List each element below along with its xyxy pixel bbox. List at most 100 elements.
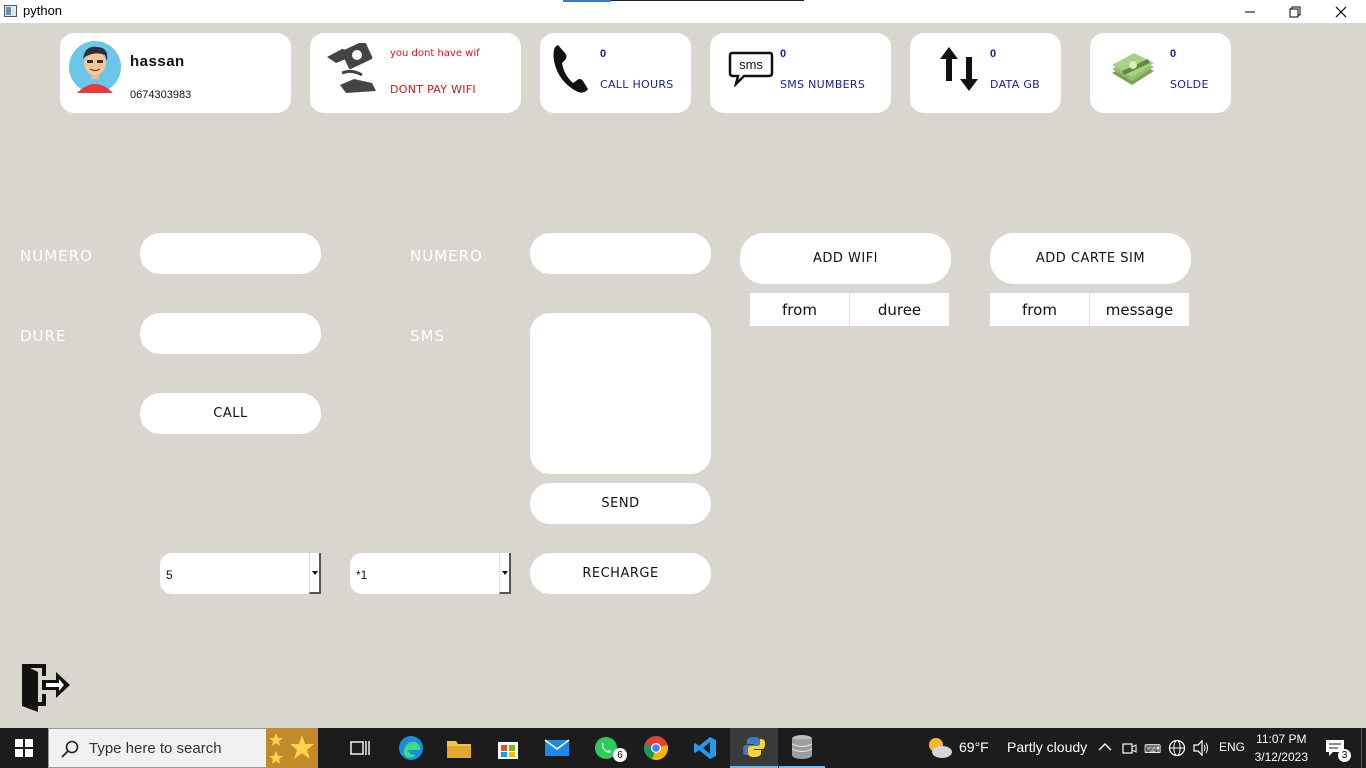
solde-value: 0 bbox=[1170, 48, 1177, 60]
title-underline bbox=[611, 0, 804, 1]
store-taskbar-button[interactable] bbox=[484, 728, 532, 768]
send-button[interactable]: SEND bbox=[530, 483, 711, 524]
profile-card: hassan 0674303983 bbox=[60, 33, 291, 113]
python-icon bbox=[743, 737, 765, 757]
edge-browser-icon bbox=[399, 736, 423, 760]
solde-label: SOLDE bbox=[1170, 78, 1209, 91]
minimize-button[interactable] bbox=[1227, 0, 1273, 23]
window-title-bar: python bbox=[0, 0, 1366, 23]
recharge-code-select[interactable]: *1 bbox=[350, 553, 511, 594]
close-icon bbox=[1335, 6, 1347, 17]
edge-taskbar-button[interactable] bbox=[387, 728, 435, 768]
up-down-arrows-icon bbox=[940, 47, 978, 91]
sms-bubble-icon: sms bbox=[728, 51, 774, 87]
data-gb-card: 0 DATA GB bbox=[910, 33, 1061, 113]
chevron-down-icon[interactable] bbox=[309, 553, 321, 594]
clock-time: 11:07 PM bbox=[1256, 732, 1307, 746]
close-button[interactable] bbox=[1318, 0, 1364, 23]
data-gb-label: DATA GB bbox=[990, 78, 1041, 91]
add-carte-sim-button[interactable]: ADD CARTE SIM bbox=[990, 233, 1191, 284]
chrome-taskbar-button[interactable] bbox=[632, 728, 680, 768]
search-highlight-image[interactable] bbox=[266, 728, 318, 768]
weather-description[interactable]: Partly cloudy bbox=[1007, 739, 1087, 755]
wifi-status-line1: you dont have wif bbox=[390, 48, 480, 59]
sms-message-textarea[interactable] bbox=[530, 313, 711, 474]
ime-input-icon[interactable]: ⌨ bbox=[1144, 740, 1162, 756]
chevron-down-icon[interactable] bbox=[499, 553, 511, 594]
mail-taskbar-button[interactable] bbox=[533, 728, 581, 768]
chrome-icon bbox=[644, 736, 668, 760]
weather-partly-cloudy-icon[interactable] bbox=[926, 735, 954, 761]
wifi-status-line2: DONT PAY WIFI bbox=[390, 83, 476, 96]
taskbar-clock[interactable]: 11:07 PM 3/12/2023 bbox=[1255, 730, 1308, 766]
show-desktop-button[interactable] bbox=[1361, 728, 1366, 768]
recharge-code-value: *1 bbox=[356, 568, 368, 582]
volume-icon[interactable] bbox=[1192, 739, 1210, 757]
stars-icon bbox=[269, 733, 314, 764]
pay-money-hand-icon bbox=[327, 43, 376, 93]
taskbar-search-box[interactable]: Type here to search bbox=[48, 728, 268, 768]
notification-badge: 3 bbox=[1338, 749, 1351, 762]
sms-numero-input[interactable] bbox=[530, 233, 711, 274]
call-button[interactable]: CALL bbox=[140, 393, 321, 434]
add-wifi-button[interactable]: ADD WIFI bbox=[740, 233, 951, 284]
language-indicator[interactable]: ENG bbox=[1219, 740, 1245, 754]
mail-icon bbox=[544, 739, 570, 756]
money-stack-icon bbox=[1112, 53, 1154, 85]
windows-taskbar: Type here to search 6 69°F Partly cloudy… bbox=[0, 728, 1366, 768]
solde-card: 0 SOLDE bbox=[1090, 33, 1231, 113]
chevron-up-icon[interactable] bbox=[1098, 742, 1112, 752]
sms-numero-label: NUMERO bbox=[410, 247, 483, 265]
call-numero-input[interactable] bbox=[140, 233, 321, 274]
svg-text:⌨: ⌨ bbox=[1144, 742, 1161, 756]
weather-temperature[interactable]: 69°F bbox=[959, 739, 989, 755]
windows-logo-icon bbox=[15, 739, 33, 757]
camera-icon[interactable] bbox=[1121, 740, 1137, 756]
user-avatar-icon bbox=[69, 41, 121, 93]
sms-numbers-value: 0 bbox=[780, 48, 787, 60]
restore-button[interactable] bbox=[1272, 0, 1318, 23]
call-hours-label: CALL HOURS bbox=[600, 78, 674, 91]
task-view-button[interactable] bbox=[336, 728, 384, 768]
app-window-icon bbox=[4, 5, 17, 17]
vscode-icon bbox=[694, 737, 716, 759]
call-dure-input[interactable] bbox=[140, 313, 321, 354]
database-icon bbox=[791, 735, 813, 759]
store-icon bbox=[498, 742, 518, 759]
sms-numbers-card: sms 0 SMS NUMBERS bbox=[710, 33, 891, 113]
sms-text-label: SMS bbox=[410, 327, 445, 345]
task-view-icon bbox=[350, 741, 370, 755]
profile-name: hassan bbox=[130, 53, 185, 70]
database-taskbar-button[interactable] bbox=[779, 728, 825, 768]
window-title: python bbox=[23, 3, 63, 18]
restore-icon bbox=[1289, 6, 1301, 17]
search-icon bbox=[61, 740, 79, 758]
python-taskbar-button[interactable] bbox=[730, 728, 778, 768]
recharge-button[interactable]: RECHARGE bbox=[530, 553, 711, 594]
recharge-amount-select[interactable]: 5 bbox=[160, 553, 321, 594]
call-hours-value: 0 bbox=[600, 48, 607, 60]
minimize-icon bbox=[1245, 11, 1255, 12]
call-numero-label: NUMERO bbox=[20, 247, 93, 265]
clock-date: 3/12/2023 bbox=[1254, 750, 1308, 764]
profile-phone: 0674303983 bbox=[130, 89, 192, 101]
logout-door-icon[interactable] bbox=[20, 662, 72, 714]
file-explorer-taskbar-button[interactable] bbox=[435, 728, 483, 768]
vscode-taskbar-button[interactable] bbox=[681, 728, 729, 768]
svg-text:sms: sms bbox=[739, 57, 763, 72]
start-button[interactable] bbox=[0, 728, 48, 768]
whatsapp-taskbar-button[interactable]: 6 bbox=[582, 728, 630, 768]
call-dure-label: DURE bbox=[20, 327, 67, 345]
wifi-status-card: you dont have wif DONT PAY WIFI bbox=[310, 33, 521, 113]
network-globe-icon[interactable] bbox=[1168, 739, 1186, 757]
wifi-column-from: from bbox=[750, 293, 850, 326]
whatsapp-badge: 6 bbox=[613, 748, 627, 762]
sim-column-from: from bbox=[990, 293, 1090, 326]
search-placeholder: Type here to search bbox=[89, 740, 222, 757]
phone-icon bbox=[553, 45, 588, 93]
call-hours-card: 0 CALL HOURS bbox=[540, 33, 691, 113]
data-gb-value: 0 bbox=[990, 48, 997, 60]
wifi-column-duree: duree bbox=[850, 293, 949, 326]
folder-icon bbox=[447, 741, 471, 758]
title-accent-line bbox=[563, 0, 611, 2]
